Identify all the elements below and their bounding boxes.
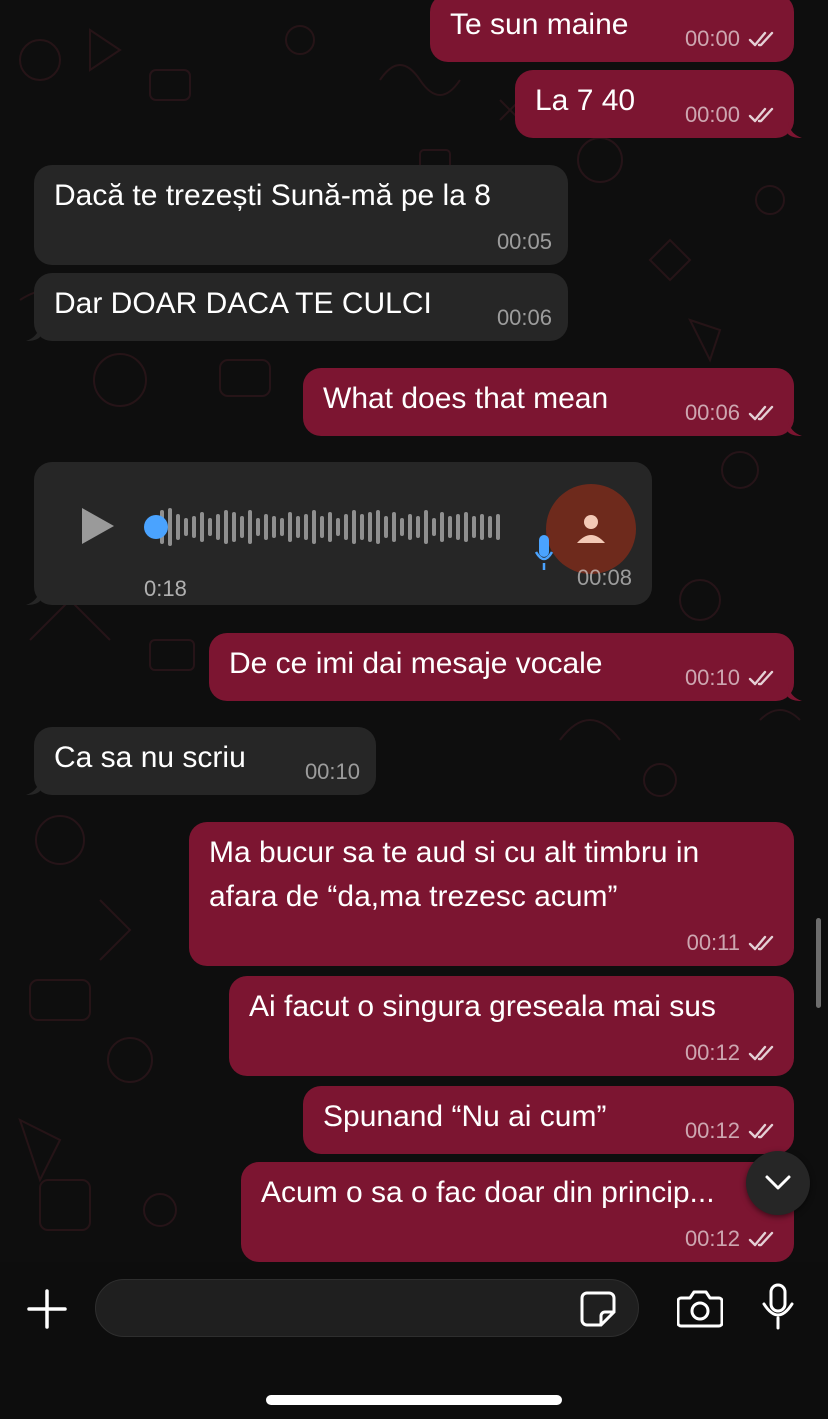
- message-bubble-outgoing[interactable]: Ai facut o singura greseala mai sus 00:1…: [229, 976, 794, 1076]
- scroll-indicator[interactable]: [816, 918, 821, 1008]
- message-meta: 00:08: [577, 565, 632, 591]
- message-text-line: afara de “da,ma trezesc acum”: [209, 880, 618, 913]
- message-bubble-outgoing[interactable]: Spunand “Nu ai cum” 00:12: [303, 1086, 794, 1154]
- message-time: 00:10: [304, 759, 360, 784]
- message-time: 00:06: [496, 305, 552, 330]
- read-receipt-icon: [748, 1231, 774, 1247]
- message-text: What does that mean: [323, 382, 609, 415]
- read-receipt-icon: [748, 670, 774, 686]
- message-bubble-outgoing[interactable]: Te sun maine 00:00: [430, 0, 794, 62]
- read-receipt-icon: [748, 1045, 774, 1061]
- message-meta: 00:11: [687, 930, 778, 956]
- message-time: 00:00: [684, 26, 740, 51]
- message-time: 00:06: [684, 400, 740, 425]
- message-bubble-outgoing[interactable]: Acum o sa o fac doar din princip... 00:1…: [241, 1162, 794, 1262]
- message-meta: 00:12: [685, 1040, 778, 1066]
- message-text: Te sun maine: [450, 8, 629, 41]
- message-time: 00:12: [684, 1040, 740, 1065]
- message-text: De ce imi dai mesaje vocale: [229, 647, 603, 680]
- message-text: Ai facut o singura greseala mai sus: [249, 990, 716, 1023]
- message-bubble-incoming[interactable]: Dacă te trezești Sună-mă pe la 8 00:05: [34, 165, 568, 265]
- bubble-tail: [26, 779, 40, 795]
- read-receipt-icon: [748, 405, 774, 421]
- microphone-icon[interactable]: [760, 1282, 796, 1330]
- message-text: Ca sa nu scriu: [54, 741, 246, 774]
- message-time: 00:08: [576, 565, 632, 590]
- microphone-icon: [534, 535, 554, 570]
- message-time: 00:10: [684, 665, 740, 690]
- message-time: 00:12: [684, 1118, 740, 1143]
- message-time: 00:00: [684, 102, 740, 127]
- message-time: 00:05: [496, 229, 552, 254]
- bubble-tail: [788, 685, 802, 701]
- bubble-tail: [26, 589, 40, 605]
- message-meta: 00:06: [497, 305, 552, 331]
- message-text: La 7 40: [535, 84, 636, 117]
- message-meta: 00:00: [685, 26, 778, 52]
- message-text: Dacă te trezești Sună-mă pe la 8: [54, 179, 491, 212]
- message-bubble-outgoing[interactable]: What does that mean 00:06: [303, 368, 802, 436]
- message-text-line: Ma bucur sa te aud si cu alt timbru in: [209, 836, 700, 869]
- read-receipt-icon: [748, 1123, 774, 1139]
- bubble-tail: [788, 420, 802, 436]
- play-icon[interactable]: [80, 506, 116, 546]
- message-text: Dar DOAR DACA TE CULCI: [54, 287, 432, 320]
- message-bubble-incoming[interactable]: Ca sa nu scriu 00:10: [26, 727, 376, 795]
- chat-area[interactable]: Te sun maine 00:00 La 7 40 00:00 Dacă te…: [0, 0, 828, 1262]
- plus-icon[interactable]: [26, 1288, 68, 1330]
- home-indicator[interactable]: [266, 1395, 562, 1405]
- message-meta: 00:10: [305, 759, 360, 785]
- read-receipt-icon: [748, 31, 774, 47]
- voice-message-bubble[interactable]: 0:18 00:08: [26, 462, 652, 605]
- bubble-tail: [26, 325, 40, 341]
- message-meta: 00:06: [685, 400, 778, 426]
- message-text: Acum o sa o fac doar din princip...: [261, 1176, 715, 1209]
- message-bubble-outgoing[interactable]: Ma bucur sa te aud si cu alt timbru in a…: [189, 822, 794, 966]
- scroll-to-bottom-button[interactable]: [746, 1151, 810, 1215]
- read-receipt-icon: [748, 935, 774, 951]
- read-receipt-icon: [748, 107, 774, 123]
- sticker-icon[interactable]: [579, 1290, 617, 1328]
- bubble-tail: [788, 122, 802, 138]
- message-meta: 00:12: [685, 1226, 778, 1252]
- message-bubble-incoming[interactable]: Dar DOAR DACA TE CULCI 00:06: [26, 273, 568, 341]
- person-icon: [577, 515, 605, 543]
- camera-icon[interactable]: [677, 1288, 723, 1328]
- message-bubble-outgoing[interactable]: De ce imi dai mesaje vocale 00:10: [209, 633, 802, 701]
- message-meta: 00:12: [685, 1118, 778, 1144]
- message-meta: 00:05: [497, 229, 552, 255]
- message-time: 00:12: [684, 1226, 740, 1251]
- message-meta: 00:00: [685, 102, 778, 128]
- voice-progress-handle[interactable]: [144, 515, 168, 539]
- message-bubble-outgoing[interactable]: La 7 40 00:00: [515, 70, 802, 138]
- voice-duration: 0:18: [144, 576, 187, 601]
- message-meta: 00:10: [685, 665, 778, 691]
- message-text: Spunand “Nu ai cum”: [323, 1100, 607, 1133]
- message-input[interactable]: [95, 1279, 639, 1337]
- sender-avatar: [546, 484, 636, 574]
- chevron-down-icon: [765, 1175, 791, 1190]
- voice-waveform[interactable]: [160, 506, 540, 560]
- message-time: 00:11: [686, 930, 740, 955]
